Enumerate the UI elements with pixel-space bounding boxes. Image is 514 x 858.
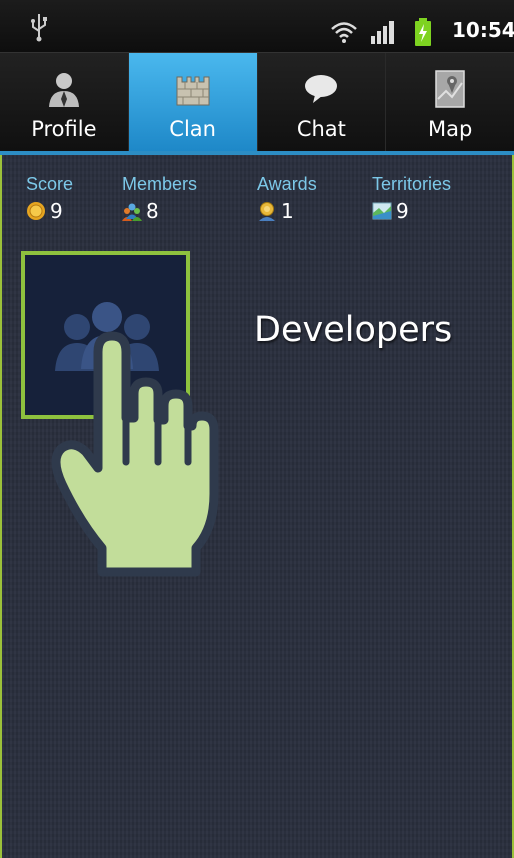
battery-charging-icon bbox=[415, 18, 431, 46]
chat-bubble-icon bbox=[305, 75, 338, 103]
tab-label: Map bbox=[427, 117, 473, 141]
tab-map[interactable]: Map bbox=[386, 53, 514, 151]
profile-icon bbox=[48, 73, 79, 107]
tab-profile[interactable]: Profile bbox=[0, 53, 129, 151]
award-icon bbox=[259, 202, 275, 221]
status-bar: 10:54 bbox=[0, 0, 514, 53]
stat-awards: Awards 1 bbox=[257, 174, 317, 223]
tab-bar: Profile Clan Chat Map bbox=[0, 53, 514, 155]
tab-chat[interactable]: Chat bbox=[257, 53, 387, 151]
tab-label: Chat bbox=[296, 117, 346, 141]
stat-value: 1 bbox=[281, 199, 294, 223]
castle-icon bbox=[176, 76, 210, 106]
stat-label: Members bbox=[122, 174, 198, 194]
tab-label: Profile bbox=[31, 117, 97, 141]
members-icon bbox=[122, 203, 142, 221]
stat-territories: Territories 9 bbox=[372, 174, 451, 223]
map-icon bbox=[435, 70, 465, 108]
signal-icon bbox=[371, 21, 394, 44]
tab-clan[interactable]: Clan bbox=[128, 53, 258, 151]
stat-label: Score bbox=[26, 174, 74, 194]
clan-name: Developers bbox=[254, 310, 453, 350]
wifi-icon bbox=[331, 22, 357, 43]
coin-icon bbox=[27, 202, 45, 220]
tab-label: Clan bbox=[169, 117, 216, 141]
tap-hand-icon bbox=[51, 331, 219, 577]
stat-value: 9 bbox=[50, 199, 63, 223]
stat-value: 8 bbox=[146, 199, 159, 223]
stat-label: Territories bbox=[372, 174, 452, 194]
stat-label: Awards bbox=[257, 174, 317, 194]
stat-value: 9 bbox=[396, 199, 409, 223]
territory-icon bbox=[372, 202, 392, 220]
stat-members: Members 8 bbox=[122, 174, 197, 223]
usb-icon bbox=[31, 14, 47, 42]
status-time: 10:54 bbox=[452, 18, 514, 42]
stat-score: Score 9 bbox=[26, 174, 73, 223]
